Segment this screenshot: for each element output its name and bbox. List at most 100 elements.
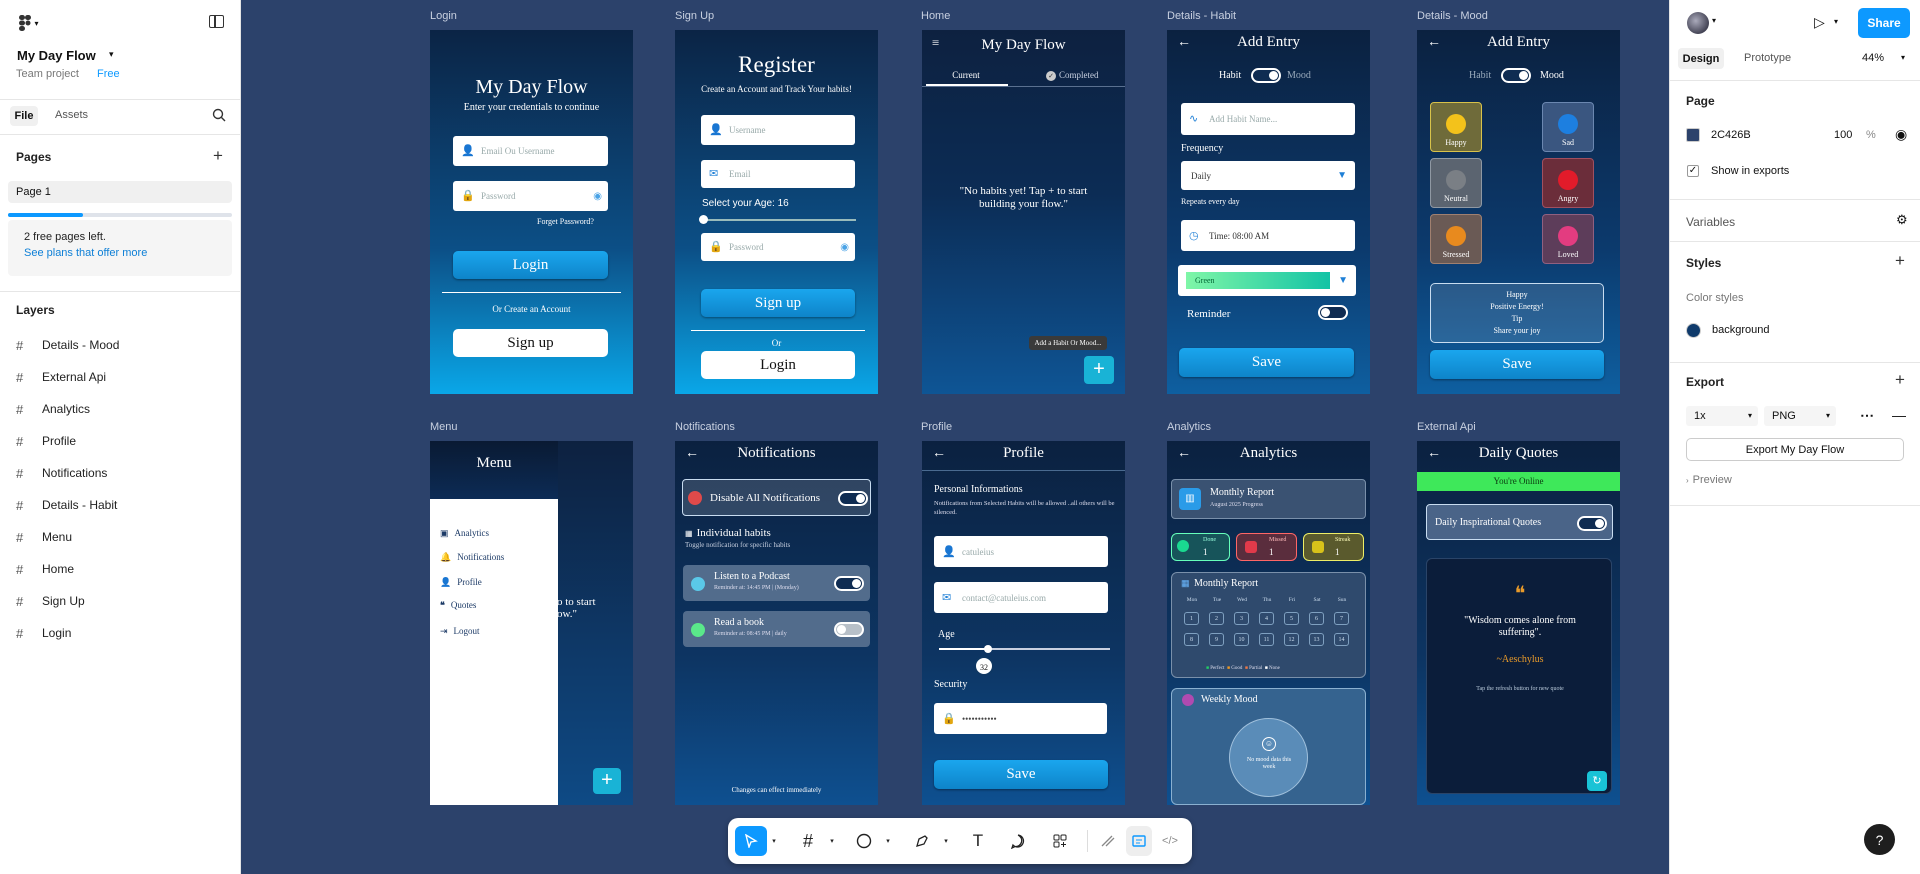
daily-quotes-card[interactable]: Daily Inspirational Quotes: [1426, 504, 1613, 540]
habit-row-podcast[interactable]: Listen to a Podcast Reminder at: 14:45 P…: [683, 565, 870, 601]
disable-all-toggle[interactable]: [838, 491, 868, 506]
monthly-report-card[interactable]: ▥ Monthly Report August 2025 Progress: [1171, 479, 1366, 519]
save-button[interactable]: Save: [1430, 350, 1604, 379]
chevron-down-icon[interactable]: ▾: [1901, 53, 1905, 62]
frame-label-profile[interactable]: Profile: [921, 421, 952, 433]
calendar-date[interactable]: 13: [1309, 633, 1324, 646]
calendar-date[interactable]: 11: [1259, 633, 1274, 646]
sidebar-toggle-icon[interactable]: [209, 15, 224, 28]
figma-menu-icon[interactable]: ▾: [16, 14, 42, 32]
more-options-icon[interactable]: ⋯: [1860, 407, 1874, 424]
frame-label-signup[interactable]: Sign Up: [675, 10, 714, 22]
add-export-icon[interactable]: +: [1895, 370, 1905, 390]
login-button[interactable]: Login: [701, 351, 855, 379]
calendar-date[interactable]: 14: [1334, 633, 1349, 646]
variables-icon[interactable]: ⚙: [1896, 212, 1908, 228]
layer-item[interactable]: # Home: [16, 558, 74, 580]
email-field[interactable]: 👤 Email Ou Username: [453, 136, 608, 166]
tab-design[interactable]: Design: [1678, 48, 1724, 69]
frame-label-login[interactable]: Login: [430, 10, 457, 22]
password-field[interactable]: 🔒 Password ◉: [701, 233, 855, 261]
actions-tool-icon[interactable]: [1048, 826, 1072, 856]
draw-mode-icon[interactable]: [1096, 826, 1120, 856]
layer-item[interactable]: # Login: [16, 622, 71, 644]
comment-tool-icon[interactable]: [1006, 826, 1030, 856]
tab-current[interactable]: Current: [922, 70, 1010, 80]
bg-style-name[interactable]: background: [1712, 324, 1770, 336]
frequency-select[interactable]: Daily ▼: [1181, 161, 1355, 190]
menu-item-notifications[interactable]: 🔔 Notifications: [440, 552, 504, 563]
eye-icon[interactable]: ◉: [1895, 126, 1907, 143]
mood-neutral[interactable]: Neutral: [1430, 158, 1482, 208]
chevron-down-icon[interactable]: ▾: [1834, 17, 1838, 26]
dev-mode-icon[interactable]: </>: [1158, 826, 1182, 856]
username-field[interactable]: 👤 catuleius: [934, 536, 1108, 567]
refresh-button[interactable]: ↻: [1587, 771, 1607, 791]
layer-item[interactable]: # Details - Habit: [16, 494, 117, 516]
bg-color-swatch[interactable]: [1686, 128, 1700, 142]
show-exports-checkbox[interactable]: ✓: [1687, 165, 1699, 177]
layer-item[interactable]: # Menu: [16, 526, 72, 548]
add-style-icon[interactable]: +: [1895, 251, 1905, 271]
remove-export-icon[interactable]: —: [1892, 407, 1906, 423]
chevron-down-icon[interactable]: ▾: [882, 826, 894, 856]
layer-item[interactable]: # Analytics: [16, 398, 90, 420]
calendar-date[interactable]: 6: [1309, 612, 1324, 625]
frame-label-api[interactable]: External Api: [1417, 421, 1476, 433]
signup-button[interactable]: Sign up: [453, 329, 608, 357]
add-page-icon[interactable]: +: [213, 146, 223, 166]
time-field[interactable]: ◷ Time: 08:00 AM: [1181, 220, 1355, 251]
habit-mood-toggle[interactable]: [1501, 68, 1531, 83]
eye-icon[interactable]: ◉: [593, 191, 602, 202]
bg-style-swatch[interactable]: [1686, 323, 1701, 338]
layer-item[interactable]: # Notifications: [16, 462, 107, 484]
chevron-down-icon[interactable]: ▾: [940, 826, 952, 856]
play-icon[interactable]: ▷: [1814, 14, 1825, 31]
plans-link[interactable]: See plans that offer more: [24, 247, 147, 259]
text-tool-icon[interactable]: T: [966, 826, 990, 856]
save-button[interactable]: Save: [934, 760, 1108, 789]
frame-label-home[interactable]: Home: [921, 10, 950, 22]
calendar-date[interactable]: 3: [1234, 612, 1249, 625]
calendar-date[interactable]: 8: [1184, 633, 1199, 646]
preview-toggle[interactable]: › Preview: [1686, 474, 1732, 486]
eye-icon[interactable]: ◉: [840, 242, 849, 253]
chevron-down-icon[interactable]: ▾: [109, 49, 114, 60]
file-name[interactable]: My Day Flow: [17, 48, 96, 63]
help-button[interactable]: ?: [1864, 824, 1895, 855]
shape-tool-icon[interactable]: [852, 826, 876, 856]
mood-loved[interactable]: Loved: [1542, 214, 1594, 264]
reminder-toggle[interactable]: [1318, 305, 1348, 320]
email-field[interactable]: ✉ contact@catuleius.com: [934, 582, 1108, 613]
layer-item[interactable]: # Sign Up: [16, 590, 85, 612]
calendar-date[interactable]: 5: [1284, 612, 1299, 625]
profile-frame[interactable]: ← Profile Personal Informations Notifica…: [922, 441, 1125, 805]
bg-hex-input[interactable]: 2C426B: [1711, 129, 1751, 141]
share-button[interactable]: Share: [1858, 8, 1910, 38]
daily-quotes-toggle[interactable]: [1577, 516, 1607, 531]
layer-item[interactable]: # Details - Mood: [16, 334, 119, 356]
export-format-select[interactable]: PNG ▾: [1764, 406, 1836, 426]
layer-item[interactable]: # Profile: [16, 430, 76, 452]
page-item[interactable]: Page 1: [8, 181, 232, 203]
signup-button[interactable]: Sign up: [701, 289, 855, 317]
login-button[interactable]: Login: [453, 251, 608, 279]
home-frame[interactable]: ≡ My Day Flow Current ✓ Completed "No hab…: [922, 30, 1125, 394]
move-tool-icon[interactable]: [735, 826, 767, 856]
calendar-date[interactable]: 2: [1209, 612, 1224, 625]
mood-sad[interactable]: Sad: [1542, 102, 1594, 152]
tab-file[interactable]: File: [10, 106, 38, 126]
mood-angry[interactable]: Angry: [1542, 158, 1594, 208]
signup-frame[interactable]: Register Create an Account and Track You…: [675, 30, 878, 394]
calendar-date[interactable]: 12: [1284, 633, 1299, 646]
tab-prototype[interactable]: Prototype: [1744, 52, 1791, 64]
mood-stressed[interactable]: Stressed: [1430, 214, 1482, 264]
calendar-date[interactable]: 10: [1234, 633, 1249, 646]
calendar-date[interactable]: 7: [1334, 612, 1349, 625]
pen-tool-icon[interactable]: [910, 826, 934, 856]
username-field[interactable]: 👤 Username: [701, 115, 855, 145]
calendar-date[interactable]: 9: [1209, 633, 1224, 646]
habit-name-input[interactable]: ∿ Add Habit Name...: [1181, 103, 1355, 135]
plan-badge[interactable]: Free: [97, 68, 120, 80]
disable-all-card[interactable]: Disable All Notifications: [682, 479, 871, 516]
